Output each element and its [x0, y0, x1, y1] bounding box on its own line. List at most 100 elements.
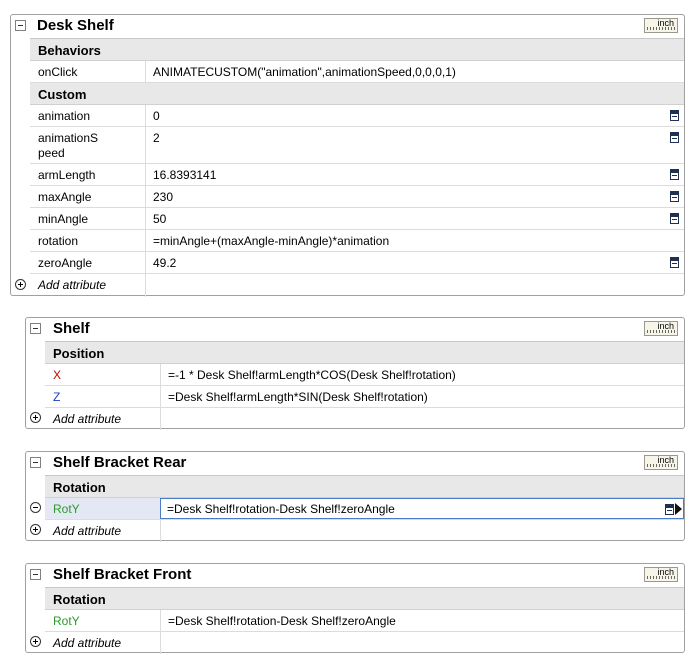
shelf-panel: Shelf inch Position X =-1 * Desk Shelf!a…	[25, 317, 685, 430]
attribute-value-cell[interactable]: 230	[145, 186, 684, 207]
list-icon[interactable]	[670, 110, 679, 121]
attribute-row-x[interactable]: X =-1 * Desk Shelf!armLength*COS(Desk Sh…	[45, 364, 684, 386]
add-attribute-row[interactable]: Add attribute	[45, 520, 684, 542]
attribute-name-line: peed	[38, 146, 65, 160]
desk-shelf-header: Desk Shelf inch	[11, 15, 684, 37]
attribute-value-cell[interactable]: =minAngle+(maxAngle-minAngle)*animation	[145, 230, 684, 251]
attribute-value-cell[interactable]: =-1 * Desk Shelf!armLength*COS(Desk Shel…	[160, 364, 684, 385]
attribute-value: 50	[153, 212, 167, 226]
attribute-row-z[interactable]: Z =Desk Shelf!armLength*SIN(Desk Shelf!r…	[45, 386, 684, 408]
attribute-value-cell[interactable]: 49.2	[145, 252, 684, 273]
attribute-name: onClick	[38, 65, 78, 79]
section-custom: Custom	[30, 83, 684, 105]
attribute-name: animationS peed	[38, 131, 98, 161]
attribute-value: 230	[153, 190, 174, 204]
list-icon[interactable]	[670, 213, 679, 224]
attribute-name-line: animationS	[38, 131, 99, 145]
panel-title: Shelf	[53, 320, 90, 337]
shelf-bracket-front-header: Shelf Bracket Front inch	[26, 564, 684, 586]
remove-attribute-minus-icon[interactable]	[30, 502, 41, 513]
units-badge[interactable]: inch	[644, 18, 678, 33]
attribute-value: =Desk Shelf!rotation-Desk Shelf!zeroAngl…	[168, 614, 396, 628]
attribute-value-cell[interactable]: 0	[145, 105, 684, 126]
attribute-value: =Desk Shelf!armLength*SIN(Desk Shelf!rot…	[168, 390, 428, 404]
add-attribute-row[interactable]: Add attribute	[45, 408, 684, 430]
attribute-row-roty[interactable]: RotY =Desk Shelf!rotation-Desk Shelf!zer…	[45, 610, 684, 632]
attribute-name: armLength	[38, 168, 96, 182]
attribute-grid: Behaviors onClick ANIMATECUSTOM("animati…	[30, 38, 684, 297]
attribute-value-editor[interactable]: =Desk Shelf!rotation-Desk Shelf!zeroAngl…	[160, 498, 684, 519]
add-attribute-link[interactable]: Add attribute	[53, 412, 121, 427]
attribute-name: RotY	[45, 498, 160, 519]
list-icon[interactable]	[670, 257, 679, 268]
attribute-value: 16.8393141	[153, 168, 217, 182]
collapse-minus-icon[interactable]	[30, 457, 41, 468]
add-attribute-link[interactable]: Add attribute	[38, 278, 106, 293]
collapse-minus-icon[interactable]	[30, 323, 41, 334]
add-attribute-value-cell	[145, 274, 684, 297]
attribute-row-onclick[interactable]: onClick ANIMATECUSTOM("animation",animat…	[30, 61, 684, 83]
add-attribute-value-cell	[160, 408, 684, 430]
attribute-name: Z	[53, 390, 61, 404]
desk-shelf-panel: Desk Shelf inch Behaviors onClick ANIMAT…	[10, 14, 685, 297]
add-attribute-link[interactable]: Add attribute	[53, 636, 121, 651]
list-icon[interactable]	[670, 191, 679, 202]
section-label: Position	[53, 346, 105, 361]
attribute-grid: Position X =-1 * Desk Shelf!armLength*CO…	[45, 341, 684, 430]
attribute-value: ANIMATECUSTOM("animation",animationSpeed…	[153, 65, 456, 79]
section-position: Position	[45, 342, 684, 364]
section-label: Rotation	[53, 480, 106, 495]
panel-title: Shelf Bracket Rear	[53, 454, 187, 471]
shelf-bracket-rear-header: Shelf Bracket Rear inch	[26, 452, 684, 474]
collapse-minus-icon[interactable]	[15, 20, 26, 31]
attribute-row-rotation[interactable]: rotation =minAngle+(maxAngle-minAngle)*a…	[30, 230, 684, 252]
attribute-row-min-angle[interactable]: minAngle 50	[30, 208, 684, 230]
attribute-value: 0	[153, 109, 160, 123]
attribute-value-cell[interactable]: 2	[145, 127, 684, 163]
attribute-row-animation[interactable]: animation 0	[30, 105, 684, 127]
list-icon[interactable]	[670, 132, 679, 143]
add-attribute-plus-icon[interactable]	[30, 412, 41, 423]
attribute-name: animation	[38, 109, 91, 123]
add-attribute-plus-icon[interactable]	[30, 636, 41, 647]
add-attribute-row[interactable]: Add attribute	[30, 274, 684, 297]
attribute-name: RotY	[53, 614, 80, 628]
add-attribute-row[interactable]: Add attribute	[45, 632, 684, 654]
attribute-value-cell[interactable]: =Desk Shelf!rotation-Desk Shelf!zeroAngl…	[160, 610, 684, 631]
attribute-name: zeroAngle	[38, 256, 93, 270]
arrow-right-icon[interactable]	[675, 503, 682, 515]
section-rotation: Rotation	[45, 588, 684, 610]
shelf-bracket-rear-panel: Shelf Bracket Rear inch Rotation RotY =D…	[25, 451, 685, 542]
add-attribute-value-cell	[160, 632, 684, 654]
list-icon[interactable]	[670, 169, 679, 180]
section-rotation: Rotation	[45, 476, 684, 498]
section-label: Rotation	[53, 592, 106, 607]
panel-title: Desk Shelf	[37, 17, 114, 34]
units-badge[interactable]: inch	[644, 321, 678, 336]
attribute-name: maxAngle	[38, 190, 92, 204]
attribute-row-arm-length[interactable]: armLength 16.8393141	[30, 164, 684, 186]
list-icon[interactable]	[665, 504, 674, 515]
attribute-row-max-angle[interactable]: maxAngle 230	[30, 186, 684, 208]
add-attribute-link[interactable]: Add attribute	[53, 524, 121, 539]
attribute-value: =-1 * Desk Shelf!armLength*COS(Desk Shel…	[168, 368, 456, 382]
attribute-grid: Rotation RotY =Desk Shelf!rotation-Desk …	[45, 587, 684, 654]
section-label: Behaviors	[38, 43, 101, 58]
units-badge[interactable]: inch	[644, 455, 678, 470]
collapse-minus-icon[interactable]	[30, 569, 41, 580]
units-badge[interactable]: inch	[644, 567, 678, 582]
attribute-value: =Desk Shelf!rotation-Desk Shelf!zeroAngl…	[167, 502, 395, 516]
attribute-row-roty[interactable]: RotY =Desk Shelf!rotation-Desk Shelf!zer…	[45, 498, 684, 520]
attribute-value: =minAngle+(maxAngle-minAngle)*animation	[153, 234, 390, 248]
attribute-grid: Rotation RotY =Desk Shelf!rotation-Desk …	[45, 475, 684, 542]
attribute-value-cell[interactable]: 16.8393141	[145, 164, 684, 185]
attribute-name: minAngle	[38, 212, 89, 226]
add-attribute-plus-icon[interactable]	[15, 279, 26, 290]
add-attribute-plus-icon[interactable]	[30, 524, 41, 535]
attribute-value-cell[interactable]: ANIMATECUSTOM("animation",animationSpeed…	[145, 61, 684, 82]
attribute-value-cell[interactable]: 50	[145, 208, 684, 229]
attribute-row-zero-angle[interactable]: zeroAngle 49.2	[30, 252, 684, 274]
attribute-value-cell[interactable]: =Desk Shelf!armLength*SIN(Desk Shelf!rot…	[160, 386, 684, 407]
section-label: Custom	[38, 87, 87, 102]
attribute-row-animation-speed[interactable]: animationS peed 2	[30, 127, 684, 164]
